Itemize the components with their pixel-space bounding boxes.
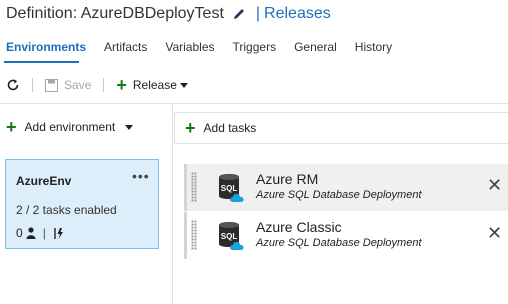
- approvers-count: 0: [16, 226, 23, 240]
- task-name: Azure RM: [256, 171, 319, 187]
- tab-general[interactable]: General: [294, 40, 337, 58]
- task-name: Azure Classic: [256, 219, 342, 235]
- toolbar-divider: [32, 78, 33, 92]
- header-separator: |: [255, 5, 261, 22]
- task-subtitle: Azure SQL Database Deployment: [256, 189, 422, 201]
- refresh-icon[interactable]: [6, 78, 20, 92]
- meta-separator: |: [42, 226, 46, 240]
- approver-person-icon: [26, 227, 36, 239]
- add-tasks-bar: + Add tasks: [174, 112, 508, 144]
- content-divider: [0, 103, 508, 104]
- tab-environments[interactable]: Environments: [6, 40, 86, 58]
- task-item[interactable]: SQL Azure RM Azure SQL Database Deployme…: [184, 164, 508, 211]
- release-dropdown-button[interactable]: + Release: [116, 75, 188, 95]
- add-tasks-button[interactable]: + Add tasks: [185, 118, 257, 138]
- remove-task-icon[interactable]: ✕: [487, 223, 502, 244]
- release-label: Release: [132, 78, 177, 92]
- sql-database-icon: SQL: [219, 174, 244, 202]
- deployment-trigger-icon: [54, 227, 63, 239]
- environment-name: AzureEnv: [16, 174, 72, 188]
- tasks-enabled-status: 2 / 2 tasks enabled: [16, 203, 117, 217]
- drag-handle-icon[interactable]: [191, 172, 197, 202]
- panel-divider: [172, 104, 173, 304]
- environment-card[interactable]: AzureEnv ••• 2 / 2 tasks enabled 0 |: [5, 159, 159, 249]
- toolbar-divider: [103, 78, 105, 92]
- task-subtitle: Azure SQL Database Deployment: [256, 237, 422, 249]
- more-options-icon[interactable]: •••: [132, 168, 150, 184]
- tab-history[interactable]: History: [355, 40, 392, 58]
- plus-icon: +: [6, 117, 17, 137]
- svg-text:SQL: SQL: [221, 232, 238, 241]
- plus-icon: +: [185, 118, 196, 138]
- add-environment-button[interactable]: + Add environment: [6, 117, 134, 137]
- remove-task-icon[interactable]: ✕: [487, 175, 502, 196]
- chevron-down-icon: [125, 124, 134, 130]
- plus-icon: +: [116, 75, 127, 95]
- chevron-down-icon: [179, 82, 188, 88]
- add-tasks-label: Add tasks: [203, 121, 257, 135]
- page-header: Definition: AzureDBDeployTest | Releases: [6, 2, 331, 26]
- tab-variables[interactable]: Variables: [165, 40, 214, 58]
- active-tab-indicator: [4, 61, 79, 63]
- sql-database-icon: SQL: [219, 222, 244, 250]
- tab-artifacts[interactable]: Artifacts: [104, 40, 147, 58]
- add-environment-label: Add environment: [24, 120, 116, 134]
- releases-link[interactable]: Releases: [264, 5, 331, 23]
- drag-handle-icon[interactable]: [191, 220, 197, 250]
- environment-meta: 0 |: [16, 226, 65, 240]
- tab-triggers[interactable]: Triggers: [233, 40, 277, 58]
- save-disk-icon: [45, 78, 58, 92]
- save-label: Save: [64, 78, 92, 92]
- task-item[interactable]: SQL Azure Classic Azure SQL Database Dep…: [184, 212, 508, 259]
- svg-text:SQL: SQL: [221, 184, 238, 193]
- definition-tabs: Environments Artifacts Variables Trigger…: [6, 40, 410, 58]
- definition-title: Definition: AzureDBDeployTest: [6, 5, 224, 22]
- toolbar: Save + Release: [0, 73, 508, 97]
- save-button[interactable]: Save: [45, 78, 91, 92]
- edit-pencil-icon[interactable]: [232, 7, 246, 21]
